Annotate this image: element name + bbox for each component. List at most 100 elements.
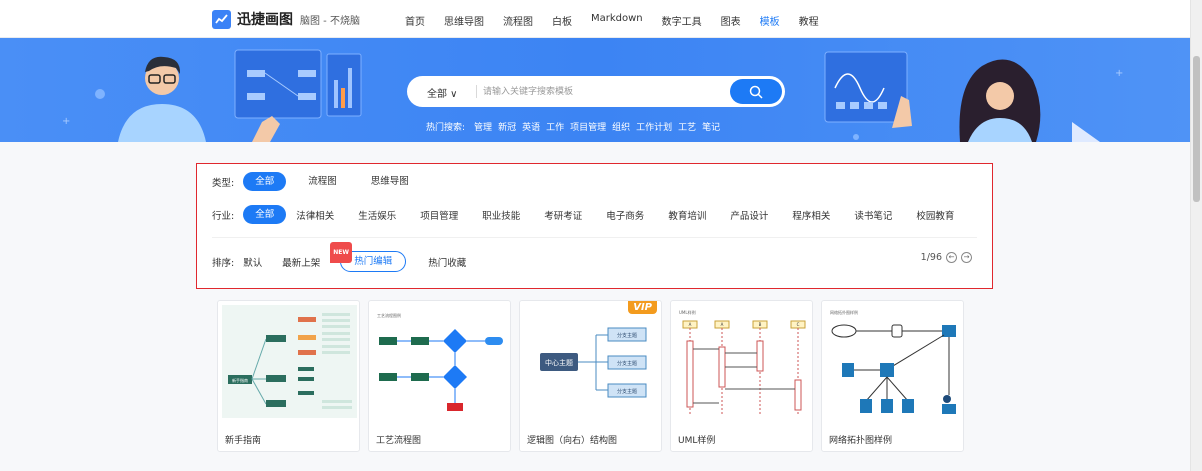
brand-name: 迅捷画图 <box>237 12 293 28</box>
template-thumbnail: 中心主题 分支主题 分支主题 分支主题 <box>524 305 659 418</box>
thumb-lifeline-head: A <box>721 322 724 327</box>
industry-option[interactable]: 产品设计 <box>730 208 768 222</box>
brand-slogan: 脑图 - 不烧脑 <box>300 15 360 27</box>
page: 迅捷画图 脑图 - 不烧脑 首页 思维导图 流程图 白板 Markdown 数字… <box>0 0 1202 471</box>
type-mindmap[interactable]: 思维导图 <box>359 172 421 191</box>
nav-markdown[interactable]: Markdown <box>591 13 643 28</box>
brand[interactable]: 迅捷画图 脑图 - 不烧脑 <box>212 9 360 29</box>
industry-option[interactable]: 法律相关 <box>296 208 334 222</box>
thumb-lifeline-head: B <box>759 322 762 327</box>
search-box: 全部 ∨ <box>407 76 785 107</box>
search-button[interactable] <box>730 79 782 104</box>
nav-home[interactable]: 首页 <box>405 13 425 28</box>
template-card[interactable]: 网络拓扑图样例 网络拓扑图样例 <box>821 300 964 452</box>
nav-links: 首页 思维导图 流程图 白板 Markdown 数字工具 图表 模板 教程 <box>405 13 838 28</box>
logo-icon <box>212 9 231 29</box>
scrollbar-thumb[interactable] <box>1193 56 1200 202</box>
industry-option[interactable]: 校园教育 <box>916 208 954 222</box>
banner-illustration-left: + <box>62 49 362 142</box>
industry-option[interactable]: 读书笔记 <box>854 208 892 222</box>
search-scope-dropdown[interactable]: 全部 ∨ <box>427 85 458 100</box>
thumb-branch-text: 分支主题 <box>617 388 637 395</box>
industry-option[interactable]: 程序相关 <box>792 208 830 222</box>
template-card[interactable]: 工艺流程图例 工艺流程图 <box>368 300 511 452</box>
nav-tools[interactable]: 数字工具 <box>662 13 702 28</box>
template-title: 网络拓扑图样例 <box>829 436 893 446</box>
industry-option[interactable]: 电子商务 <box>606 208 644 222</box>
hot-term[interactable]: 工作计划 <box>636 120 672 133</box>
new-badge: NEW <box>330 242 352 263</box>
nav-whiteboard[interactable]: 白板 <box>552 13 572 28</box>
prev-page-icon[interactable]: ← <box>946 252 957 263</box>
filter-divider <box>212 237 977 238</box>
sort-hot-edit[interactable]: NEW 热门编辑 <box>330 242 407 272</box>
industry-option[interactable]: 项目管理 <box>420 208 458 222</box>
thumb-branch-text: 分支主题 <box>617 360 637 367</box>
template-card[interactable]: UML样例 A A B C UML样例 <box>670 300 813 452</box>
hot-search-label: 热门搜索: <box>426 123 466 133</box>
hot-term[interactable]: 笔记 <box>702 120 720 133</box>
nav-mindmap[interactable]: 思维导图 <box>444 13 484 28</box>
thumb-lifeline-head: C <box>797 322 800 327</box>
nav-charts[interactable]: 图表 <box>721 13 741 28</box>
industry-option[interactable]: 职业技能 <box>482 208 520 222</box>
thumb-lifeline-head: A <box>689 322 692 327</box>
nav-tutorials[interactable]: 教程 <box>799 13 819 28</box>
sort-newest[interactable]: 最新上架 <box>282 255 320 269</box>
template-thumbnail: 新手指南 <box>222 305 357 418</box>
industry-option[interactable]: 生活娱乐 <box>358 208 396 222</box>
type-all[interactable]: 全部 <box>243 172 287 191</box>
template-title: UML样例 <box>678 436 716 446</box>
template-title: 新手指南 <box>225 436 262 446</box>
nav-templates[interactable]: 模板 <box>760 13 780 28</box>
vip-badge: VIP <box>628 301 657 314</box>
industry-filter-row: 行业: 全部 法律相关 生活娱乐 项目管理 职业技能 考研考证 电子商务 教育培… <box>212 205 978 224</box>
filter-panel: 类型: 全部 流程图 思维导图 行业: 全部 法律相关 生活娱乐 项目管理 职业… <box>196 163 993 289</box>
template-thumbnail: UML样例 A A B C <box>675 305 810 418</box>
svg-text:+: + <box>62 116 70 127</box>
hot-term[interactable]: 工作 <box>546 120 564 133</box>
hero-banner: + + 全部 ∨ 请输入关键字搜索模板 热门搜索: 管理 新冠 英语 工作 项目… <box>0 38 1190 142</box>
sort-default[interactable]: 默认 <box>243 255 262 269</box>
template-thumbnail: 工艺流程图例 <box>373 305 508 418</box>
thumb-center-text: 中心主题 <box>545 358 573 367</box>
thumb-branch-text: 分支主题 <box>617 332 637 339</box>
sort-row: 排序: 默认 最新上架 NEW 热门编辑 热门收藏 <box>212 242 486 272</box>
nav-flowchart[interactable]: 流程图 <box>503 13 533 28</box>
vertical-scrollbar[interactable] <box>1190 0 1202 471</box>
industry-option[interactable]: 考研考证 <box>544 208 582 222</box>
sort-hot-edit-label: 热门编辑 <box>354 256 393 267</box>
template-title: 工艺流程图 <box>376 436 422 446</box>
thumb-caption: 工艺流程图例 <box>377 312 401 318</box>
hot-term[interactable]: 英语 <box>522 120 540 133</box>
page-indicator: 1/96 <box>920 252 942 263</box>
hot-search-row: 热门搜索: 管理 新冠 英语 工作 项目管理 组织 工作计划 工艺 笔记 <box>426 120 726 133</box>
template-card[interactable]: 新手指南 新手指南 <box>217 300 360 452</box>
hot-term[interactable]: 组织 <box>612 120 630 133</box>
industry-option[interactable]: 教育培训 <box>668 208 706 222</box>
template-thumbnail: 网络拓扑图样例 <box>826 305 961 418</box>
search-icon <box>749 85 763 99</box>
industry-all[interactable]: 全部 <box>243 205 287 224</box>
type-filter-row: 类型: 全部 流程图 思维导图 <box>212 172 431 191</box>
search-divider <box>476 85 477 98</box>
next-page-icon[interactable]: → <box>961 252 972 263</box>
type-filter-label: 类型: <box>212 177 235 189</box>
thumb-caption: 网络拓扑图样例 <box>830 309 858 315</box>
sort-label: 排序: <box>212 257 235 269</box>
template-card[interactable]: 中心主题 分支主题 分支主题 分支主题 VIP 逻辑图（向右）结构图 <box>519 300 662 452</box>
search-input[interactable] <box>483 84 713 99</box>
thumb-center-text: 新手指南 <box>232 377 248 383</box>
hot-term[interactable]: 项目管理 <box>570 120 606 133</box>
hot-term[interactable]: 新冠 <box>498 120 516 133</box>
template-grid: 新手指南 新手指南 工艺流程图例 工艺流程图 中心主题 分支主题 分支主题 分支… <box>217 300 972 452</box>
hot-term[interactable]: 管理 <box>474 120 492 133</box>
top-navbar: 迅捷画图 脑图 - 不烧脑 首页 思维导图 流程图 白板 Markdown 数字… <box>0 0 1190 38</box>
hot-term[interactable]: 工艺 <box>678 120 696 133</box>
pager: 1/96 ← → <box>921 252 972 263</box>
type-flowchart[interactable]: 流程图 <box>296 172 349 191</box>
template-title: 逻辑图（向右）结构图 <box>527 436 618 446</box>
sort-hot-favorites[interactable]: 热门收藏 <box>428 255 466 269</box>
banner-illustration-right: + <box>824 51 1123 142</box>
thumb-caption: UML样例 <box>679 309 696 315</box>
